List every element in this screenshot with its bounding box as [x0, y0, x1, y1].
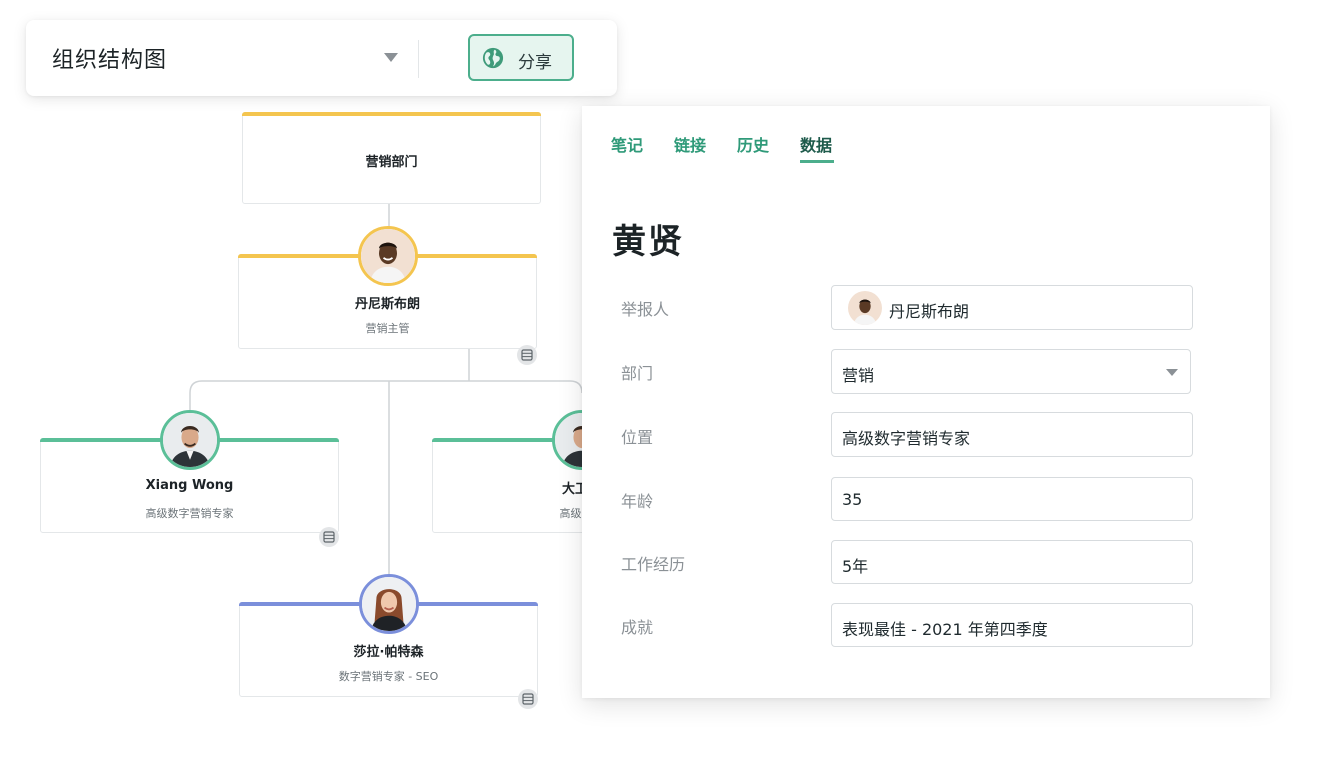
database-icon[interactable]	[319, 527, 339, 547]
person-name-heading: 黄贤	[612, 222, 684, 262]
achievement-label: 成就	[621, 618, 654, 637]
achievement-field[interactable]: 表现最佳 - 2021 年第四季度	[831, 603, 1193, 647]
age-label: 年龄	[621, 492, 654, 511]
experience-label: 工作经历	[621, 555, 686, 574]
database-icon[interactable]	[518, 689, 538, 709]
department-value: 营销	[842, 366, 875, 385]
avatar	[358, 226, 418, 286]
avatar	[160, 410, 220, 470]
node-name: Xiang Wong	[145, 478, 234, 493]
achievement-value: 表现最佳 - 2021 年第四季度	[842, 620, 1048, 639]
reporter-label: 举报人	[621, 300, 670, 319]
active-tab-indicator	[800, 160, 834, 163]
person-photo-icon	[361, 229, 415, 283]
tab-history[interactable]: 历史	[737, 132, 769, 156]
age-value: 35	[842, 490, 863, 509]
avatar	[359, 574, 419, 634]
details-panel: 笔记 链接 历史 数据 黄贤 举报人 丹尼斯布朗 部门 营销 位置 高级数字营销…	[582, 106, 1270, 698]
person-photo-icon	[163, 413, 217, 467]
reporter-field[interactable]: 丹尼斯布朗	[831, 285, 1193, 330]
database-icon[interactable]	[517, 345, 537, 365]
node-name: 营销部门	[365, 155, 418, 170]
position-value: 高级数字营销专家	[842, 429, 971, 448]
experience-field[interactable]: 5年	[831, 540, 1193, 584]
tab-links[interactable]: 链接	[674, 132, 706, 156]
reporter-value: 丹尼斯布朗	[889, 302, 970, 321]
department-label: 部门	[621, 364, 654, 383]
node-name: 丹尼斯布朗	[354, 297, 420, 312]
experience-value: 5年	[842, 557, 869, 576]
node-role: 数字营销专家 - SEO	[338, 670, 439, 683]
node-color-bar	[242, 112, 541, 116]
node-role: 营销主管	[365, 322, 410, 335]
department-select[interactable]: 营销	[831, 349, 1191, 394]
chevron-down-icon[interactable]	[1166, 369, 1178, 376]
person-photo-icon	[362, 577, 416, 631]
tab-data[interactable]: 数据	[800, 132, 832, 156]
position-label: 位置	[621, 428, 654, 447]
avatar	[848, 291, 882, 325]
org-node-department[interactable]: 营销部门	[242, 112, 541, 204]
position-field[interactable]: 高级数字营销专家	[831, 412, 1193, 457]
tab-notes[interactable]: 笔记	[611, 132, 643, 156]
node-role: 高级数字营销专家	[145, 507, 234, 520]
age-field[interactable]: 35	[831, 477, 1193, 521]
person-photo-icon	[848, 291, 882, 325]
node-name: 莎拉·帕特森	[353, 645, 424, 660]
